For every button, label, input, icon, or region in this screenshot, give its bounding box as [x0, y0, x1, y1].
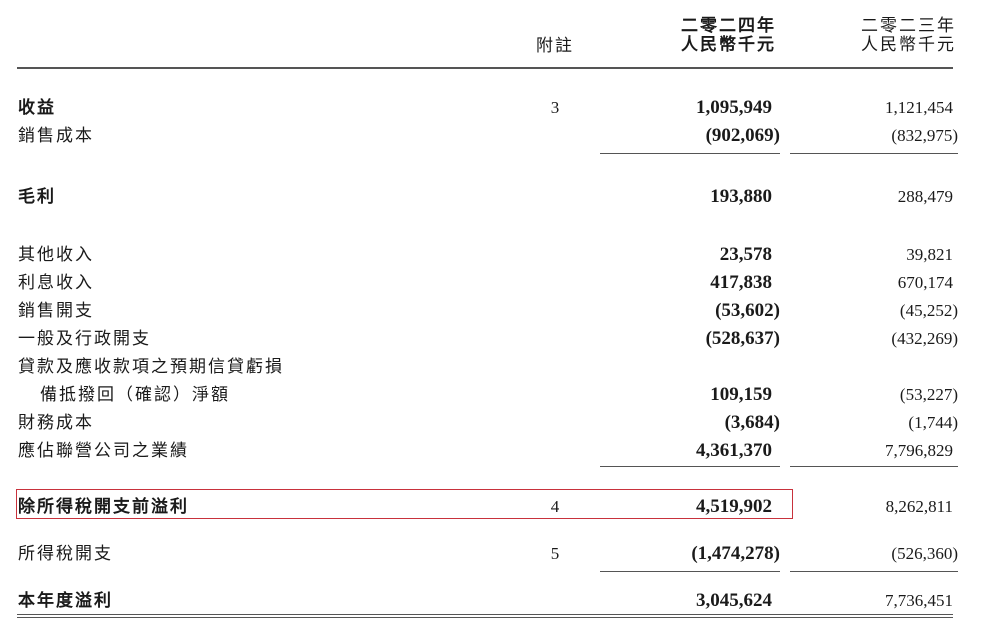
row-value-2024: 4,361,370: [696, 440, 772, 461]
subtotal-rule-2023: [790, 153, 958, 154]
row-value-2024: (53,602): [715, 300, 780, 321]
table-row-selling-expenses: 銷售開支 (53,602) (45,252): [0, 300, 987, 322]
row-note: 5: [550, 544, 560, 563]
row-value-2023: 7,796,829: [885, 441, 953, 460]
table-row-revenue: 收益 3 1,095,949 1,121,454: [0, 97, 987, 119]
note-column-header: 附註: [536, 36, 574, 56]
row-note: 3: [550, 98, 560, 117]
year-2023-unit: 人民幣千元: [861, 35, 956, 55]
row-label: 毛利: [18, 187, 56, 207]
row-value-2024: (528,637): [705, 328, 780, 349]
row-label: 銷售成本: [18, 126, 94, 146]
row-label: 所得稅開支: [18, 544, 113, 564]
subtotal-rule-2023: [790, 571, 958, 572]
row-label: 貸款及應收款項之預期信貸虧損: [18, 357, 284, 377]
row-value-2024: 4,519,902: [696, 496, 772, 517]
row-value-2023: (432,269): [891, 329, 958, 348]
row-label: 備抵撥回（確認）淨額: [40, 385, 230, 405]
table-row-finance-costs: 財務成本 (3,684) (1,744): [0, 412, 987, 434]
table-row-share-of-associates: 應佔聯營公司之業績 4,361,370 7,796,829: [0, 440, 987, 462]
row-value-2023: (526,360): [891, 544, 958, 563]
row-label: 除所得稅開支前溢利: [18, 497, 189, 517]
table-row-cost-of-sales: 銷售成本 (902,069) (832,975): [0, 125, 987, 147]
row-value-2024: 1,095,949: [696, 97, 772, 118]
row-label: 銷售開支: [18, 301, 94, 321]
row-value-2023: 8,262,811: [885, 497, 953, 516]
row-value-2023: 670,174: [897, 273, 953, 292]
subtotal-rule-2024: [600, 571, 780, 572]
row-label: 應佔聯營公司之業績: [18, 441, 189, 461]
year-2024-label: 二零二四年: [681, 16, 776, 36]
year-2023-header: 二零二三年 人民幣千元: [836, 17, 956, 55]
total-rule-bottom: [17, 617, 953, 618]
row-value-2023: 288,479: [897, 187, 953, 206]
year-2024-unit: 人民幣千元: [681, 35, 776, 55]
row-value-2024: (902,069): [705, 125, 780, 146]
table-row-ecl-net: 備抵撥回（確認）淨額 109,159 (53,227): [0, 384, 987, 406]
row-value-2024: (3,684): [724, 412, 780, 433]
row-value-2023: (1,744): [908, 413, 958, 432]
row-value-2024: 193,880: [710, 186, 772, 207]
table-row-income-tax: 所得稅開支 5 (1,474,278) (526,360): [0, 543, 987, 565]
row-value-2023: 39,821: [906, 245, 953, 264]
row-value-2023: 1,121,454: [885, 98, 953, 117]
row-value-2023: (45,252): [899, 301, 958, 320]
row-label: 財務成本: [18, 413, 94, 433]
row-note: 4: [550, 497, 560, 516]
total-rule-top: [17, 614, 953, 615]
table-row-profit-before-tax: 除所得稅開支前溢利 4 4,519,902 8,262,811: [0, 496, 987, 518]
row-label: 利息收入: [18, 273, 94, 293]
row-value-2024: (1,474,278): [691, 543, 780, 564]
header-rule: [17, 67, 953, 69]
row-value-2024: 417,838: [710, 272, 772, 293]
row-value-2024: 23,578: [719, 244, 772, 265]
subtotal-rule-2024: [600, 466, 780, 467]
year-2023-label: 二零二三年: [861, 16, 956, 36]
subtotal-rule-2023: [790, 466, 958, 467]
year-2024-header: 二零二四年 人民幣千元: [660, 17, 776, 55]
row-value-2024: 109,159: [710, 384, 772, 405]
subtotal-rule-2024: [600, 153, 780, 154]
row-label: 一般及行政開支: [18, 329, 151, 349]
row-label: 收益: [18, 98, 56, 118]
table-row-gross-profit: 毛利 193,880 288,479: [0, 186, 987, 208]
row-label: 本年度溢利: [18, 591, 113, 611]
table-row-admin-expenses: 一般及行政開支 (528,637) (432,269): [0, 328, 987, 350]
row-value-2023: (832,975): [891, 126, 958, 145]
table-row-interest-income: 利息收入 417,838 670,174: [0, 272, 987, 294]
row-value-2024: 3,045,624: [696, 590, 772, 611]
row-value-2023: 7,736,451: [885, 591, 953, 610]
table-row-profit-for-year: 本年度溢利 3,045,624 7,736,451: [0, 590, 987, 612]
row-label: 其他收入: [18, 245, 94, 265]
table-row-other-income: 其他收入 23,578 39,821: [0, 244, 987, 266]
row-value-2023: (53,227): [899, 385, 958, 404]
table-row-ecl-heading: 貸款及應收款項之預期信貸虧損: [0, 356, 987, 378]
